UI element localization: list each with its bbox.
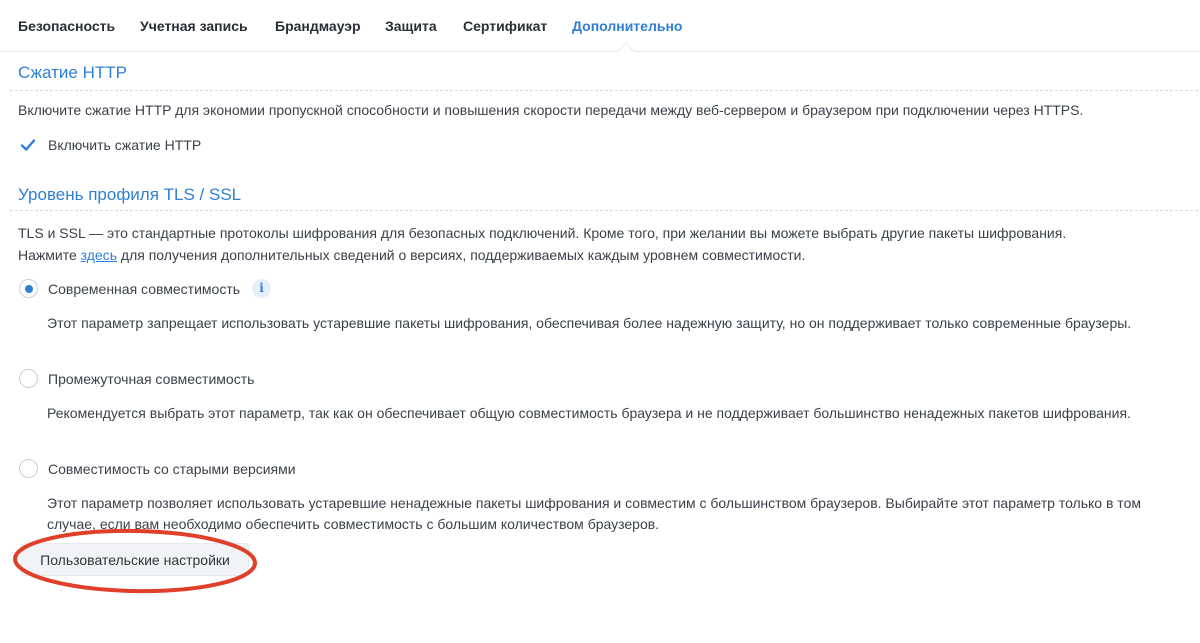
tab-advanced[interactable]: Дополнительно bbox=[572, 18, 682, 34]
tab-certificate[interactable]: Сертификат bbox=[463, 18, 547, 34]
section-divider bbox=[10, 90, 1198, 91]
radio-intermediate-compatibility[interactable] bbox=[19, 369, 38, 388]
http-compression-checkbox-label: Включить сжатие HTTP bbox=[48, 137, 202, 153]
modern-compatibility-description: Этот параметр запрещает использовать уст… bbox=[47, 315, 1132, 331]
intermediate-compatibility-description: Рекомендуется выбрать этот параметр, так… bbox=[47, 405, 1131, 421]
radio-intermediate-label: Промежуточная совместимость bbox=[48, 371, 255, 387]
tls-details-link[interactable]: здесь bbox=[81, 247, 117, 263]
http-compression-title: Сжатие HTTP bbox=[18, 63, 127, 82]
radio-legacy-compatibility[interactable] bbox=[19, 459, 38, 478]
radio-modern-label: Современная совместимость bbox=[48, 281, 241, 297]
http-compression-description: Включите сжатие HTTP для экономии пропус… bbox=[18, 102, 1084, 118]
radio-legacy-label: Совместимость со старыми версиями bbox=[48, 461, 296, 477]
radio-modern-compatibility[interactable] bbox=[19, 279, 38, 298]
tls-description: TLS и SSL — это стандартные протоколы ши… bbox=[18, 222, 1198, 266]
tls-description-line1: TLS и SSL — это стандартные протоколы ши… bbox=[18, 225, 1067, 241]
tab-firewall[interactable]: Брандмауэр bbox=[275, 18, 361, 34]
info-icon[interactable]: i bbox=[252, 279, 271, 298]
tab-protection[interactable]: Защита bbox=[385, 18, 437, 34]
tab-security[interactable]: Безопасность bbox=[18, 18, 115, 34]
tls-description-prefix: Нажмите bbox=[18, 247, 81, 263]
tls-profile-title: Уровень профиля TLS / SSL bbox=[18, 185, 242, 204]
tls-description-suffix: для получения дополнительных сведений о … bbox=[117, 247, 806, 263]
active-tab-indicator bbox=[617, 42, 635, 60]
legacy-compatibility-description: Этот параметр позволяет использовать уст… bbox=[47, 495, 1141, 532]
http-compression-checkbox[interactable] bbox=[19, 136, 37, 154]
checkmark-icon bbox=[20, 139, 36, 151]
tab-bar: Безопасность Учетная запись Брандмауэр З… bbox=[0, 0, 1200, 60]
tab-account[interactable]: Учетная запись bbox=[140, 18, 248, 34]
custom-settings-button[interactable]: Пользовательские настройки bbox=[21, 543, 249, 576]
section-divider bbox=[10, 210, 1198, 211]
